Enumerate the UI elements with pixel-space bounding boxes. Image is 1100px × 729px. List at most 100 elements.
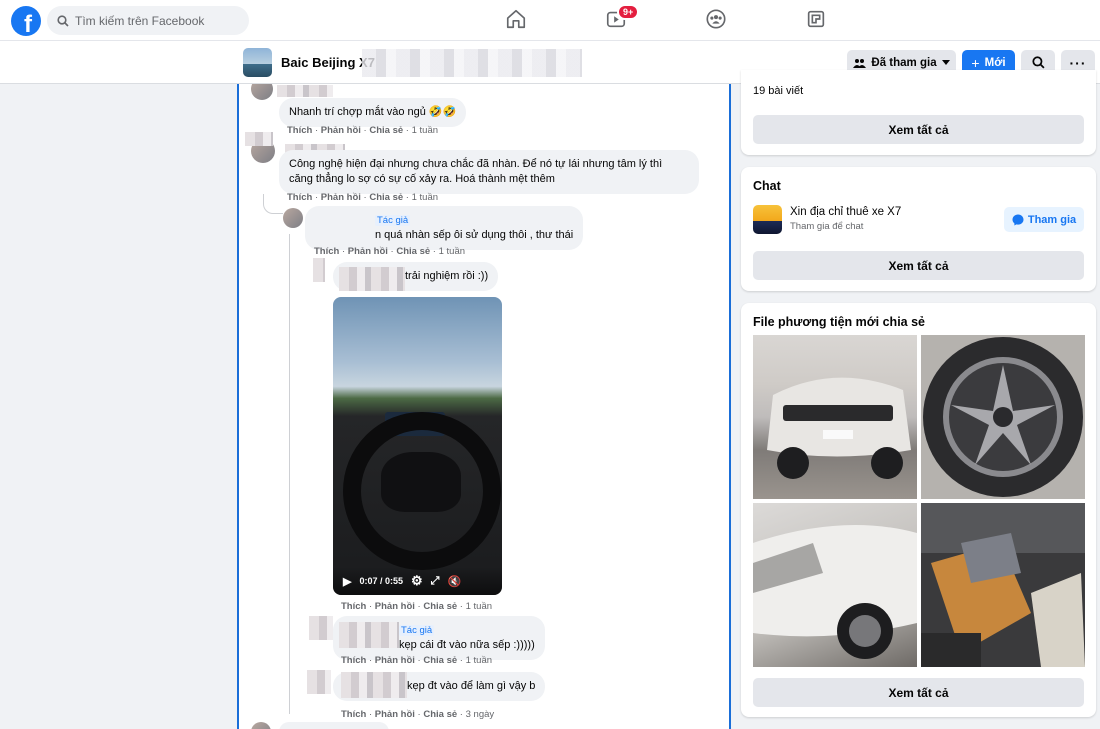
- groups-icon[interactable]: [705, 8, 727, 30]
- media-thumbnail[interactable]: [753, 503, 917, 667]
- media-card: File phương tiện mới chia sẻ Xem tất cả: [741, 303, 1096, 717]
- comment-text: trải nghiệm rồi :)): [405, 270, 489, 282]
- comment-bubble: Tác giả n quá nhàn sếp ôi sử dụng thôi ,…: [305, 206, 584, 250]
- facebook-logo[interactable]: f: [11, 6, 41, 36]
- caret-down-icon: [941, 59, 950, 65]
- reply-link[interactable]: Phản hồi: [375, 709, 415, 720]
- media-thumbnail[interactable]: [753, 335, 917, 499]
- group-cover-thumbnail[interactable]: [243, 48, 272, 77]
- comment-actions: Thích · Phản hồi · Chia sẻ · 1 tuần: [287, 192, 439, 203]
- comment-time[interactable]: 1 tuần: [466, 655, 492, 666]
- blurred-name: [339, 622, 399, 648]
- notification-badge: 9+: [617, 4, 640, 20]
- blurred-avatar: [309, 616, 333, 640]
- see-all-button[interactable]: Xem tất cả: [753, 115, 1084, 144]
- see-all-button[interactable]: Xem tất cả: [753, 678, 1084, 707]
- blurred-name: [341, 672, 407, 698]
- like-link[interactable]: Thích: [341, 655, 366, 666]
- share-link[interactable]: Chia sẻ: [369, 125, 403, 136]
- see-all-button[interactable]: Xem tất cả: [753, 251, 1084, 280]
- comment-actions: Thích · Phản hồi · Chia sẻ · 3 ngày: [341, 709, 495, 720]
- share-link[interactable]: Chia sẻ: [396, 246, 430, 257]
- comment-bubble: Công nghệ hiện đại nhưng chưa chắc đã nh…: [279, 150, 699, 194]
- reply-link[interactable]: Phản hồi: [375, 655, 415, 666]
- gaming-icon[interactable]: [805, 8, 827, 30]
- comment-text: Công nghệ hiện đại nhưng chưa chắc đã nh…: [289, 158, 663, 185]
- like-link[interactable]: Thích: [314, 246, 339, 257]
- blurred-avatar: [245, 132, 273, 146]
- mute-icon[interactable]: 🔇: [447, 575, 461, 588]
- comment-actions: Thích · Phản hồi · Chia sẻ · 1 tuần: [314, 246, 466, 257]
- search-box[interactable]: Tìm kiếm trên Facebook: [47, 6, 249, 35]
- chat-name[interactable]: Xin địa chỉ thuê xe X7: [790, 206, 901, 218]
- author-badge: Tác giả: [375, 215, 411, 226]
- search-icon: [57, 14, 69, 27]
- watch-tab[interactable]: 9+: [605, 4, 640, 30]
- comment-text: kẹp cái đt vào nữa sếp :))))): [399, 639, 535, 651]
- avatar[interactable]: [283, 208, 303, 228]
- home-icon[interactable]: [505, 8, 527, 30]
- comment-time[interactable]: 1 tuần: [466, 601, 492, 612]
- thread-connector: [263, 194, 283, 214]
- video-controls: ▶ 0:07 / 0:55 ⚙ ⤢ 🔇: [333, 567, 502, 595]
- chat-title: Chat: [753, 179, 781, 193]
- like-link[interactable]: Thích: [341, 709, 366, 720]
- about-card: 19 bài viết Xem tất cả: [741, 70, 1096, 155]
- share-link[interactable]: Chia sẻ: [423, 655, 457, 666]
- group-name[interactable]: Baic Beijing X7: [281, 55, 375, 70]
- blurred-avatar: [307, 670, 331, 694]
- steering-hub-image: [381, 452, 461, 512]
- share-link[interactable]: Chia sẻ: [423, 601, 457, 612]
- share-link[interactable]: Chia sẻ: [369, 192, 403, 203]
- join-label: Tham gia: [1027, 213, 1077, 226]
- comment-text: kẹp đt vào để làm gì vậy b: [407, 680, 536, 692]
- new-label: Mới: [984, 56, 1006, 69]
- blurred-avatar: [313, 258, 325, 282]
- blurred-name: [339, 267, 405, 291]
- media-thumbnail[interactable]: [921, 503, 1085, 667]
- settings-icon[interactable]: ⚙: [411, 573, 423, 589]
- top-navigation-bar: f Tìm kiếm trên Facebook 9+: [0, 0, 1100, 41]
- comment-actions: Thích · Phản hồi · Chia sẻ · 1 tuần: [287, 125, 439, 136]
- play-icon[interactable]: ▶: [343, 575, 351, 588]
- chat-thumbnail[interactable]: [753, 205, 782, 234]
- comment-time[interactable]: 3 ngày: [466, 709, 495, 720]
- chat-card: Chat Xin địa chỉ thuê xe X7 Tham gia để …: [741, 167, 1096, 291]
- avatar[interactable]: [251, 722, 271, 729]
- video-time: 0:07 / 0:55: [359, 576, 403, 586]
- reply-link[interactable]: Phản hồi: [321, 192, 361, 203]
- ellipsis-icon: ···: [1069, 54, 1087, 71]
- joined-label: Đã tham gia: [871, 56, 937, 69]
- comment-text: Nhanh trí chợp mắt vào ngủ 🤣🤣: [289, 106, 457, 118]
- like-link[interactable]: Thích: [287, 125, 312, 136]
- comment-time[interactable]: 1 tuần: [412, 125, 438, 136]
- avatar[interactable]: [251, 84, 273, 100]
- car-interior-image: [921, 503, 1085, 667]
- thread-line: [289, 234, 290, 714]
- join-chat-button[interactable]: Tham gia: [1004, 207, 1084, 232]
- comments-feed: Nhanh trí chợp mắt vào ngủ 🤣🤣 Thích · Ph…: [237, 84, 731, 729]
- like-link[interactable]: Thích: [341, 601, 366, 612]
- share-link[interactable]: Chia sẻ: [423, 709, 457, 720]
- comment-time[interactable]: 1 tuần: [439, 246, 465, 257]
- car-side-image: [753, 525, 917, 659]
- media-thumbnail[interactable]: [921, 335, 1085, 499]
- search-placeholder: Tìm kiếm trên Facebook: [75, 13, 205, 28]
- reply-link[interactable]: Phản hồi: [348, 246, 388, 257]
- comment-actions: Thích · Phản hồi · Chia sẻ · 1 tuần: [341, 655, 493, 666]
- wheel-image: [923, 337, 1083, 497]
- messenger-icon: [1012, 214, 1024, 225]
- like-link[interactable]: Thích: [287, 192, 312, 203]
- reply-link[interactable]: Phản hồi: [321, 125, 361, 136]
- comment-text: n quá nhàn sếp ôi sử dụng thôi , thư thá…: [375, 229, 574, 241]
- fullscreen-icon[interactable]: ⤢: [431, 575, 440, 588]
- reply-link[interactable]: Phản hồi: [375, 601, 415, 612]
- plus-icon: +: [971, 54, 980, 71]
- people-icon: [853, 58, 867, 68]
- comment-time[interactable]: 1 tuần: [412, 192, 438, 203]
- car-rear-image: [767, 377, 911, 479]
- search-icon: [1031, 56, 1045, 69]
- video-player[interactable]: ▶ 0:07 / 0:55 ⚙ ⤢ 🔇: [333, 297, 502, 595]
- comment-bubble: [279, 722, 389, 729]
- blurred-region: [362, 49, 582, 77]
